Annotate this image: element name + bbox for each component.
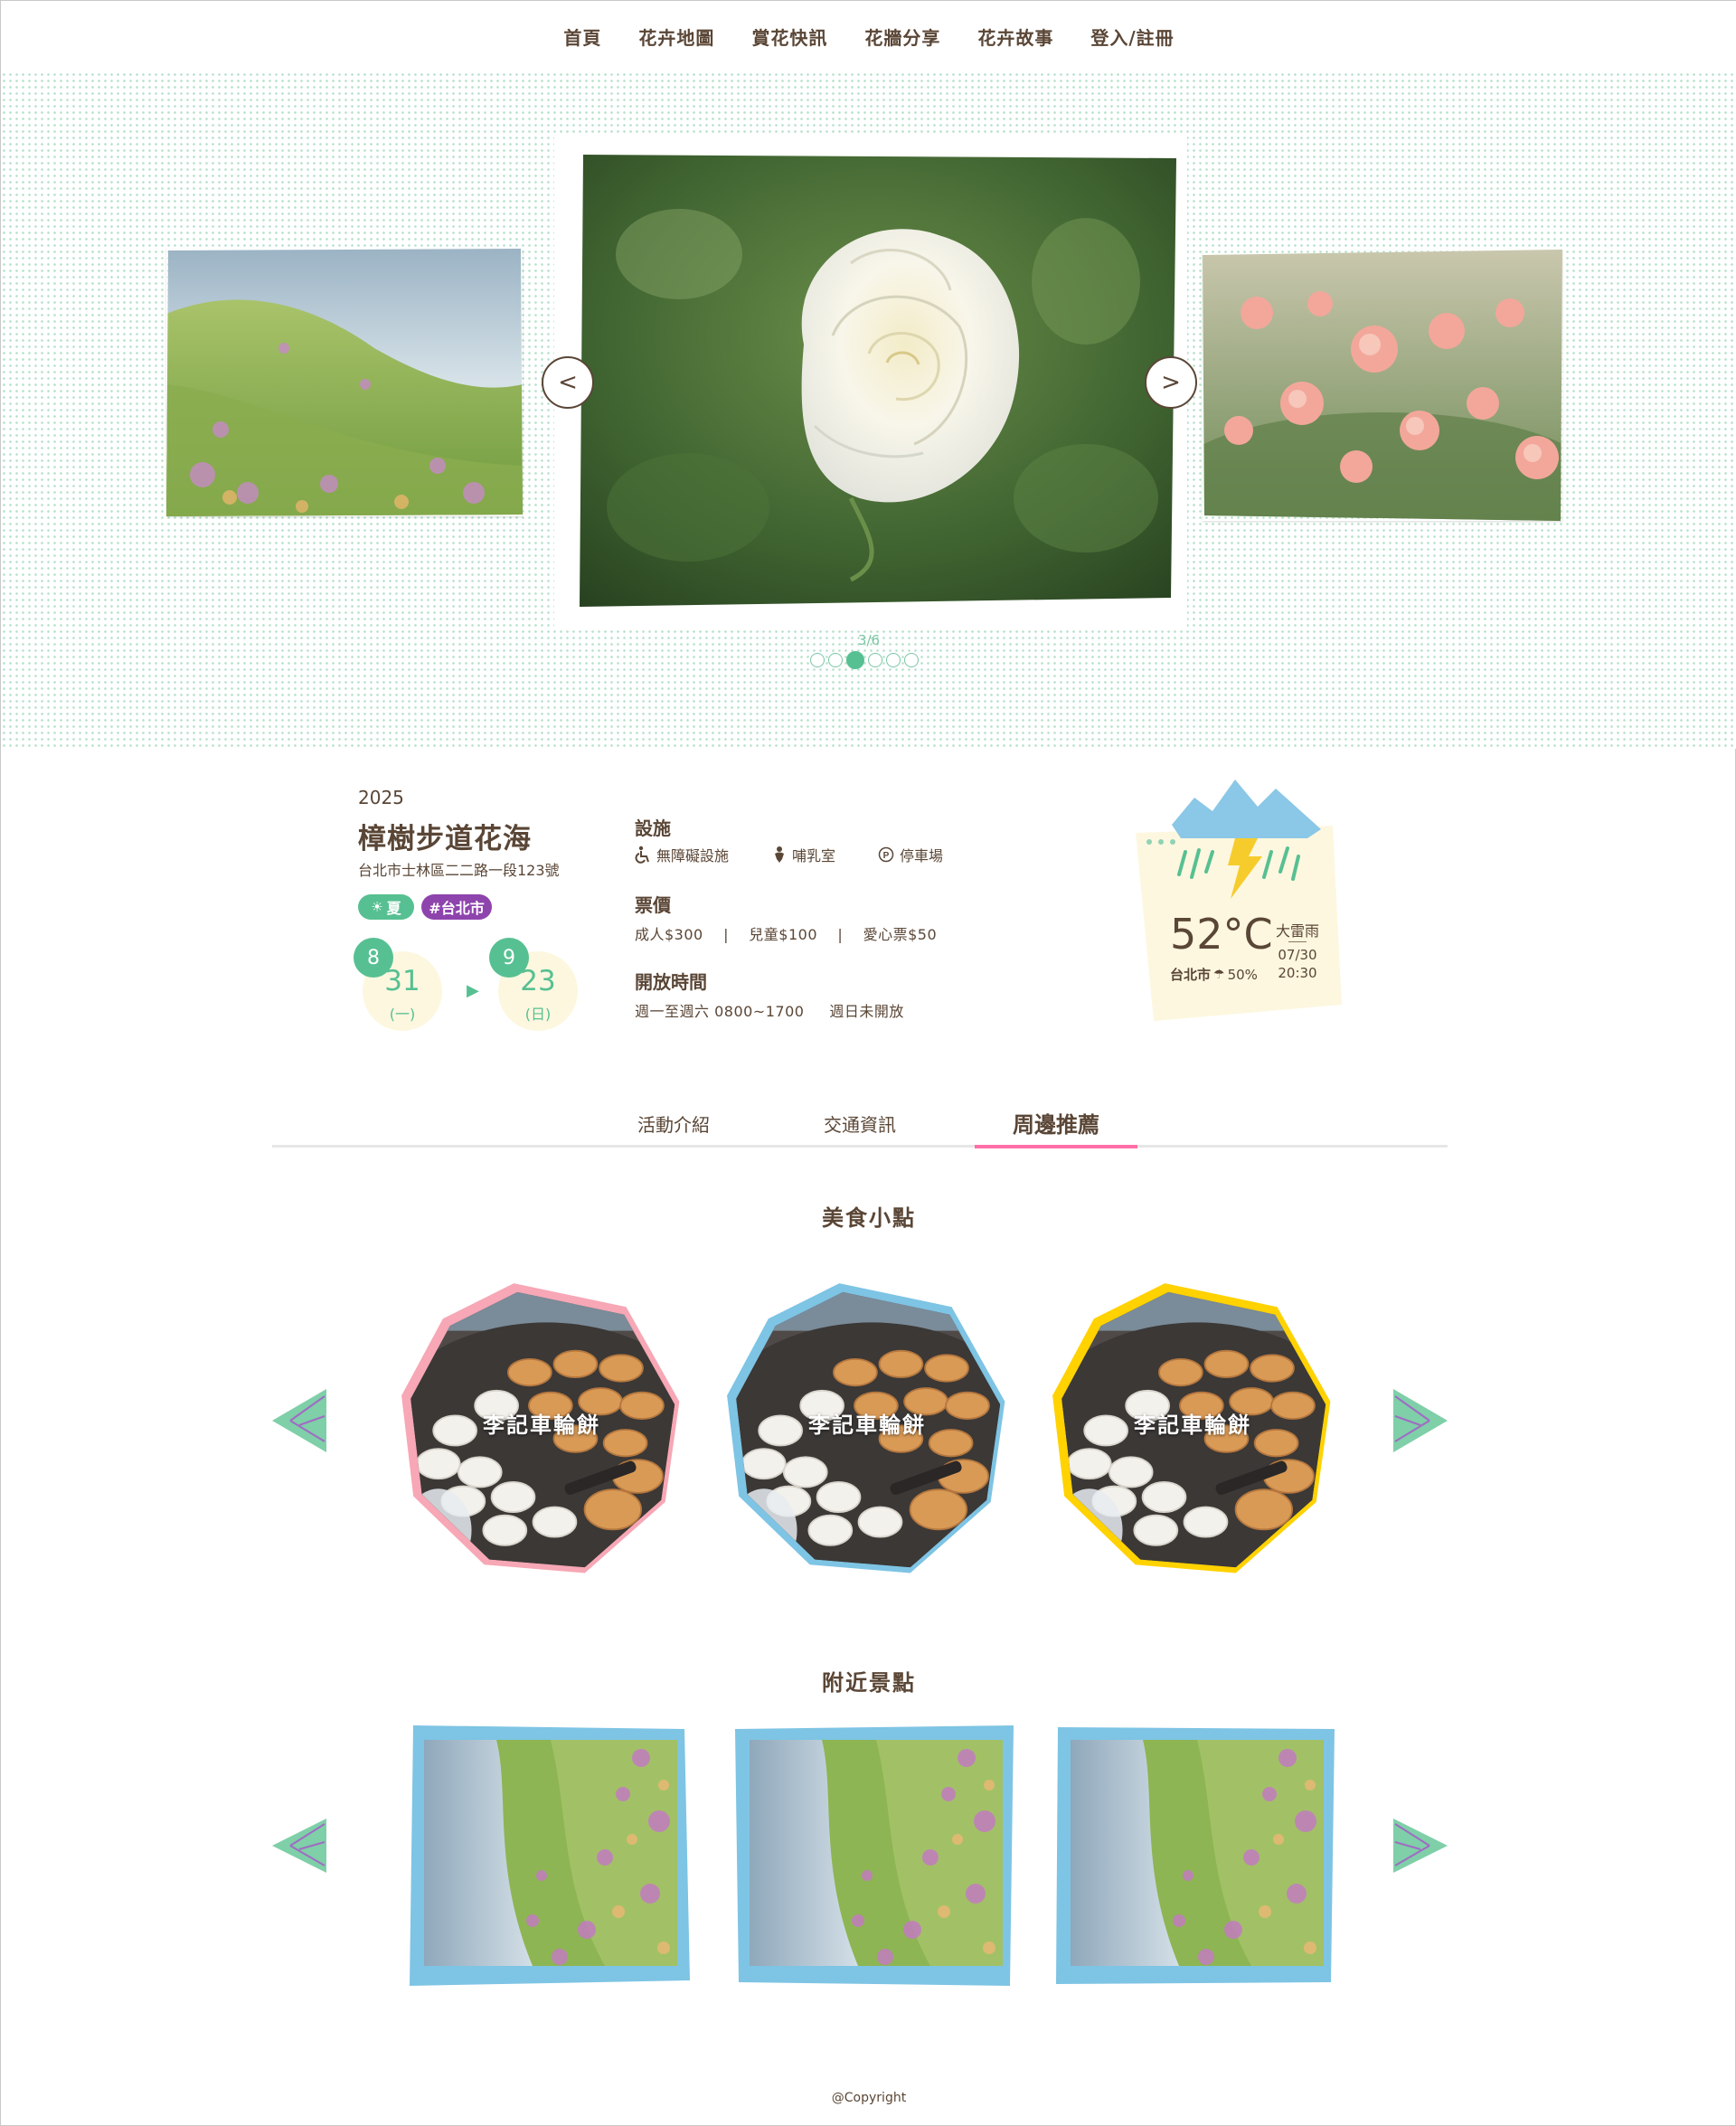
nav-login-register[interactable]: 登入/註冊 xyxy=(1090,24,1174,50)
carousel-dot[interactable] xyxy=(886,653,901,667)
facility-label: 停車場 xyxy=(900,847,944,865)
hero-carousel: < > 3/6 xyxy=(1,71,1736,749)
tab-event-intro[interactable]: 活動介紹 xyxy=(603,1100,744,1147)
attraction-card-image xyxy=(1056,1727,1335,1984)
attractions-next-arrow-icon[interactable] xyxy=(1393,1819,1448,1873)
carousel-pagination xyxy=(810,651,919,669)
start-date-day: 31 xyxy=(384,965,420,997)
event-year: 2025 xyxy=(358,787,404,808)
season-tag-label: 夏 xyxy=(386,900,401,917)
attraction-card-image xyxy=(410,1725,690,1986)
hours-heading: 開放時間 xyxy=(635,971,707,993)
carousel-dot[interactable] xyxy=(904,653,919,667)
start-date: 8 31 (一) xyxy=(354,938,444,1031)
weather-location-row: 台北市 ☂ 50% xyxy=(1170,965,1258,984)
facility-label: 無障礙設施 xyxy=(656,847,730,865)
tab-transport-info[interactable]: 交通資訊 xyxy=(789,1100,930,1147)
date-range-arrow-icon: ▶ xyxy=(467,981,479,1000)
attraction-card-image xyxy=(735,1725,1014,1986)
carousel-prev-slide-image[interactable] xyxy=(166,249,523,516)
weather-rain-chance: 50% xyxy=(1227,966,1258,983)
nav-home[interactable]: 首頁 xyxy=(563,24,601,50)
event-address: 台北市士林區二二路一段123號 xyxy=(358,862,560,879)
wheelchair-icon xyxy=(635,846,649,864)
food-next-arrow-icon[interactable] xyxy=(1393,1389,1448,1452)
city-tag[interactable]: #台北市 xyxy=(421,894,492,920)
food-card[interactable]: 李記車輪餅 xyxy=(715,1271,1023,1579)
food-prev-arrow-icon[interactable] xyxy=(272,1389,326,1452)
carousel-next-button[interactable]: > xyxy=(1145,356,1197,409)
weather-description: 大雷雨 xyxy=(1275,922,1319,940)
chevron-left-icon: < xyxy=(558,369,578,396)
facility-nursing-room: 哺乳室 xyxy=(772,844,835,865)
food-card-name: 李記車輪餅 xyxy=(1134,1413,1251,1438)
top-nav: 首頁 花卉地圖 賞花快訊 花牆分享 花卉故事 登入/註冊 xyxy=(1,1,1736,71)
svg-text:P: P xyxy=(883,851,890,861)
nav-flower-wall[interactable]: 花牆分享 xyxy=(864,24,940,50)
carousel-main-frame xyxy=(554,137,1187,630)
parking-icon: P xyxy=(878,846,894,863)
tickets-heading: 票價 xyxy=(635,894,671,916)
weather-divider xyxy=(1288,941,1307,942)
carousel-counter: 3/6 xyxy=(857,632,881,648)
end-date: 9 23 (日) xyxy=(489,938,580,1031)
city-tag-label: #台北市 xyxy=(429,900,485,917)
carousel-dot-active[interactable] xyxy=(846,651,864,669)
attractions-prev-arrow-icon[interactable] xyxy=(272,1819,326,1873)
carousel-dot[interactable] xyxy=(828,653,843,667)
food-card-name: 李記車輪餅 xyxy=(483,1413,600,1438)
thunderstorm-icon xyxy=(1172,780,1321,899)
carousel-dot[interactable] xyxy=(810,653,825,667)
food-card-name: 李記車輪餅 xyxy=(808,1413,926,1438)
carousel-current-slide-image[interactable] xyxy=(580,155,1176,607)
carousel-next-slide-image[interactable] xyxy=(1203,250,1562,521)
opening-hours: 週一至週六 0800~1700 週日未開放 xyxy=(635,1003,904,1020)
end-date-weekday: (日) xyxy=(524,1006,552,1023)
weather-date: 07/30 xyxy=(1278,947,1317,963)
start-date-weekday: (一) xyxy=(389,1006,416,1023)
nav-flower-map[interactable]: 花卉地圖 xyxy=(638,24,714,50)
event-title: 樟樹步道花海 xyxy=(358,823,532,855)
facility-parking: P 停車場 xyxy=(878,844,943,865)
facility-label: 哺乳室 xyxy=(792,847,836,865)
umbrella-icon: ☂ xyxy=(1213,967,1225,982)
chevron-right-icon: > xyxy=(1161,369,1181,396)
food-section-title: 美食小點 xyxy=(822,1205,916,1231)
sun-icon: ☀ xyxy=(371,899,383,915)
weather-time: 20:30 xyxy=(1278,965,1317,981)
attraction-card[interactable] xyxy=(733,1724,1015,1986)
weather-location: 台北市 xyxy=(1170,967,1212,983)
nav-flower-stories[interactable]: 花卉故事 xyxy=(977,24,1053,50)
attraction-card[interactable] xyxy=(408,1724,690,1986)
food-card[interactable]: 李記車輪餅 xyxy=(390,1271,697,1579)
carousel-dot[interactable] xyxy=(868,653,882,667)
carousel-prev-button[interactable]: < xyxy=(542,356,594,409)
footer-copyright: @Copyright xyxy=(831,2091,907,2105)
weather-temperature: 52°C xyxy=(1170,910,1273,959)
facilities-heading: 設施 xyxy=(635,817,671,839)
end-date-day: 23 xyxy=(520,965,556,997)
attraction-card[interactable] xyxy=(1054,1724,1336,1986)
nav-bloom-news[interactable]: 賞花快訊 xyxy=(751,24,827,50)
baby-icon xyxy=(775,846,784,863)
season-tag[interactable]: ☀ 夏 xyxy=(358,894,414,920)
ticket-prices: 成人$300 | 兒童$100 | 愛心票$50 xyxy=(635,926,938,943)
tab-nearby-recommendations[interactable]: 周邊推薦 xyxy=(975,1100,1137,1148)
facility-accessible: 無障礙設施 xyxy=(635,844,729,865)
attractions-section-title: 附近景點 xyxy=(822,1670,916,1696)
food-card[interactable]: 李記車輪餅 xyxy=(1041,1271,1348,1579)
